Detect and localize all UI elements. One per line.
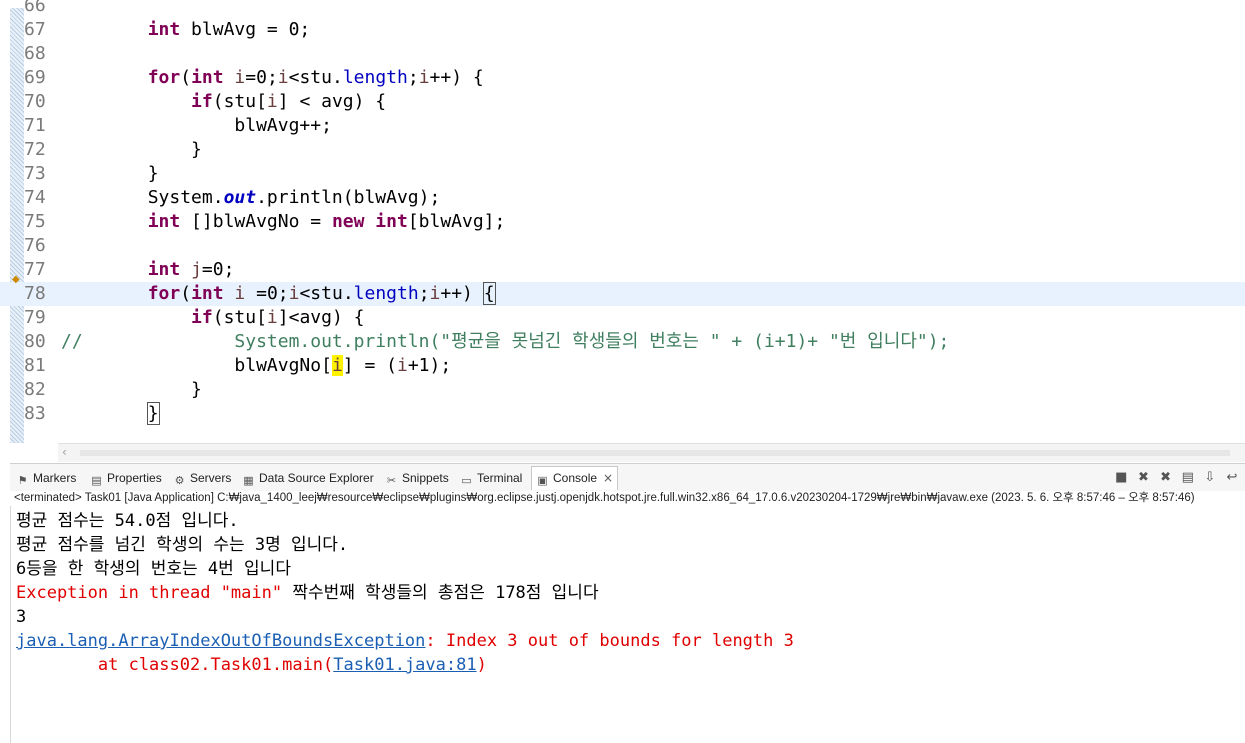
code-line[interactable]: 75 int []blwAvgNo = new int[blwAvg]; (0, 210, 1245, 234)
console-text: 짝수번째 학생들의 총점은 178점 입니다 (292, 583, 599, 603)
code-text: int blwAvg = 0; (147, 19, 311, 40)
code-text: if(stu[i]<avg) { (191, 307, 365, 328)
line-number: 79 (24, 307, 46, 328)
editor-horizontal-scrollbar[interactable]: ‹ (58, 443, 1245, 462)
terminal-icon: ▭ (461, 474, 472, 487)
console-output[interactable]: 평균 점수는 54.0점 입니다. 평균 점수를 넘긴 학생의 수는 3명 입니… (10, 506, 1245, 743)
code-line[interactable]: 70 if(stu[i] < avg) { (0, 90, 1245, 114)
code-line[interactable]: 67 int blwAvg = 0; (0, 18, 1245, 42)
properties-icon: ▤ (91, 474, 102, 487)
code-text: blwAvg++; (61, 115, 332, 136)
console-line: 평균 점수는 54.0점 입니다. (16, 511, 239, 531)
console-line: 3 (16, 607, 27, 627)
code-text: for(int i=0;i<stu.length;i++) { (147, 67, 484, 88)
line-number: 80 (24, 331, 46, 352)
line-number: 82 (24, 379, 46, 400)
code-line[interactable]: 83 } (0, 402, 1245, 426)
code-line[interactable]: 82 } (0, 378, 1245, 402)
terminate-icon[interactable]: ■ (1112, 470, 1130, 485)
scroll-thumb[interactable] (80, 450, 1230, 456)
line-number: 77 (24, 259, 46, 280)
line-number: 74 (24, 187, 46, 208)
tab-properties[interactable]: ▤ Properties (90, 469, 161, 487)
line-number: 66 (24, 0, 46, 16)
line-number: 73 (24, 163, 46, 184)
console-launch-header: <terminated> Task01 [Java Application] C… (14, 492, 1195, 504)
line-number: 75 (24, 211, 46, 232)
tab-data-source-explorer[interactable]: ▦ Data Source Explorer (242, 469, 373, 487)
console-toolbar: ■ ✖ ✖ ▤ ⇩ ↩ (1112, 470, 1241, 485)
exception-prefix: Exception in thread "main" (16, 583, 293, 603)
tab-markers[interactable]: ⚑ Markers (16, 469, 77, 487)
tab-console[interactable]: ▣ Console × (531, 466, 619, 490)
view-tab-bar: ⚑ Markers ▤ Properties ⚙ Servers ▦ Data Sour… (10, 463, 1245, 491)
exception-message: : Index 3 out of bounds for length 3 (425, 631, 794, 651)
close-icon[interactable]: × (603, 471, 613, 485)
scroll-lock-icon[interactable]: ⇩ (1201, 470, 1219, 485)
code-text: if(stu[i] < avg) { (191, 91, 387, 112)
tab-terminal[interactable]: ▭ Terminal (460, 469, 522, 487)
console-icon: ▣ (537, 474, 548, 487)
markers-icon: ⚑ (17, 474, 28, 487)
line-number: 83 (24, 403, 46, 424)
stack-trace-line: at class02.Task01.main(Task01.java:81) (16, 655, 487, 675)
tab-servers[interactable]: ⚙ Servers (173, 469, 232, 487)
line-number: 68 (24, 43, 46, 64)
line-number: 78 (24, 283, 46, 304)
code-text: int j=0; (147, 259, 235, 280)
line-number: 67 (24, 19, 46, 40)
word-wrap-icon[interactable]: ↩ (1223, 470, 1241, 485)
code-text: blwAvgNo[i] = (i+1); (61, 355, 452, 376)
line-number: 81 (24, 355, 46, 376)
code-text: for(int i =0;i<stu.length;i++) { (147, 282, 496, 305)
source-location-link[interactable]: Task01.java:81 (333, 655, 476, 675)
code-text: } (61, 163, 159, 184)
line-number: 76 (24, 235, 46, 256)
remove-all-terminated-icon[interactable]: ✖ (1157, 470, 1175, 485)
code-text: // System.out.println("평균을 못넘긴 학생들의 번호는 … (61, 331, 950, 352)
remove-launch-icon[interactable]: ✖ (1134, 470, 1152, 485)
code-text: int []blwAvgNo = new int[blwAvg]; (147, 211, 506, 232)
code-editor[interactable]: 66 67 int blwAvg = 0; 68 69 for(int i=0;i<s… (0, 0, 1245, 443)
line-number: 69 (24, 67, 46, 88)
line-number: 72 (24, 139, 46, 160)
exception-class-link[interactable]: java.lang.ArrayIndexOutOfBoundsException (16, 631, 425, 651)
console-line: 6등을 한 학생의 번호는 4번 입니다 (16, 559, 291, 579)
warning-marker-icon[interactable]: ◆ (12, 274, 20, 285)
console-line: 평균 점수를 넘긴 학생의 수는 3명 입니다. (16, 535, 349, 555)
servers-icon: ⚙ (174, 474, 185, 487)
tab-snippets[interactable]: ✂ Snippets (385, 469, 449, 487)
code-line[interactable]: 80 // System.out.println("평균을 못넘긴 학생들의 번호… (0, 330, 1245, 354)
console-line: Exception in thread "main" 짝수번째 학생들의 총점은… (16, 581, 599, 605)
code-text: } (146, 402, 160, 425)
clear-console-icon[interactable]: ▤ (1179, 470, 1197, 485)
code-line[interactable]: 69 for(int i=0;i<stu.length;i++) { (0, 66, 1245, 90)
code-line[interactable]: 71 blwAvg++; (0, 114, 1245, 138)
code-line[interactable]: 76 (0, 234, 1245, 258)
code-line[interactable]: 68 (0, 42, 1245, 66)
code-line[interactable]: 81 blwAvgNo[i] = (i+1); (0, 354, 1245, 378)
scroll-left-icon[interactable]: ‹ (62, 445, 67, 459)
code-line[interactable]: 74 System.out.println(blwAvg); (0, 186, 1245, 210)
database-icon: ▦ (243, 474, 254, 487)
code-line[interactable]: 77 int j=0; (0, 258, 1245, 282)
code-line[interactable]: 78 for(int i =0;i<stu.length;i++) { (0, 282, 1245, 306)
code-line[interactable]: 72 } (0, 138, 1245, 162)
code-text: } (61, 139, 202, 160)
code-line[interactable]: 66 (0, 0, 1245, 18)
snippets-icon: ✂ (386, 474, 397, 487)
code-text: System.out.println(blwAvg); (61, 187, 441, 208)
code-line[interactable]: 79 if(stu[i]<avg) { (0, 306, 1245, 330)
console-line: java.lang.ArrayIndexOutOfBoundsException… (16, 629, 794, 653)
line-number: 70 (24, 91, 46, 112)
code-line[interactable]: 73 } (0, 162, 1245, 186)
code-text: } (61, 379, 202, 400)
line-number: 71 (24, 115, 46, 136)
